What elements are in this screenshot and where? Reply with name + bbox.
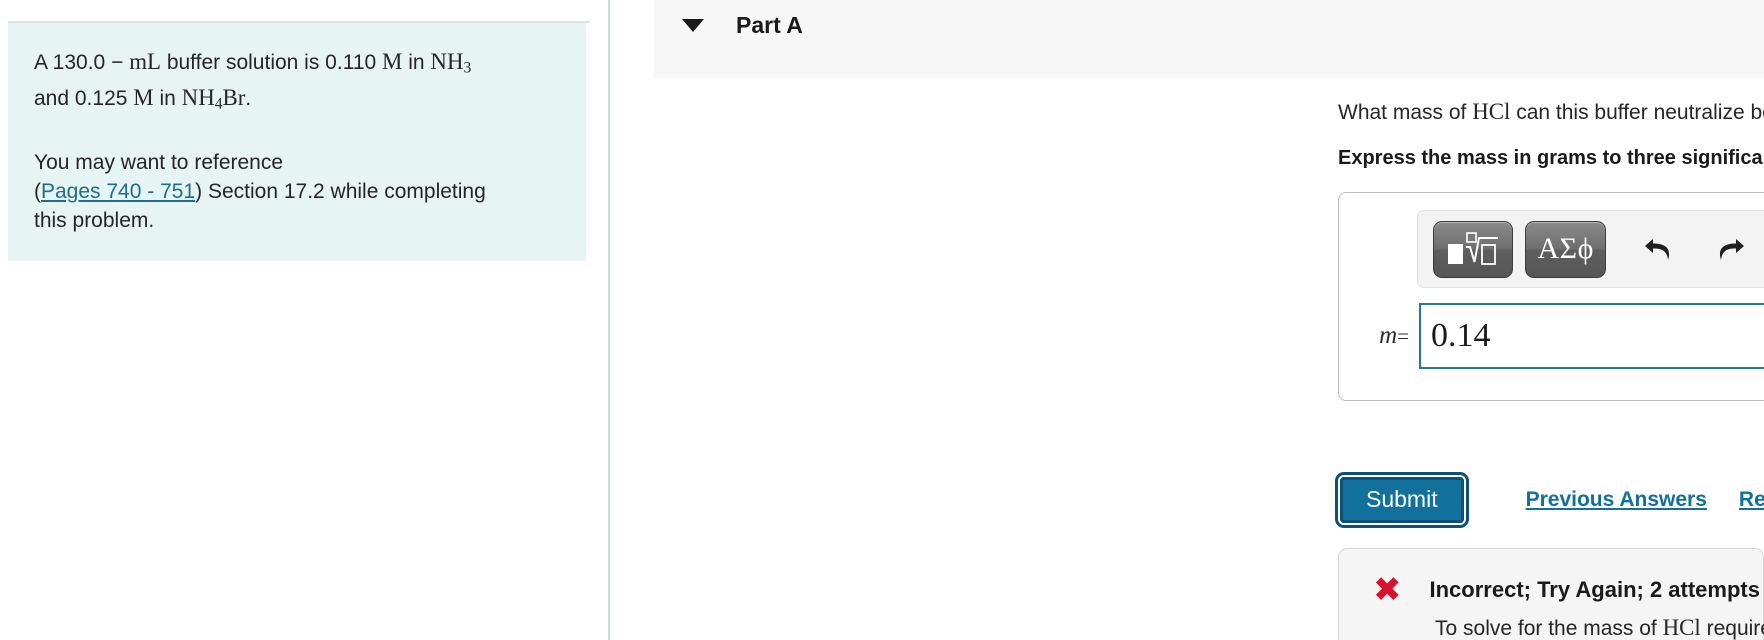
question-prompt-b: can this buffer neutralize before the: [1516, 101, 1764, 124]
problem-sidebar: A 130.0 − mL buffer solution is 0.110 M …: [0, 0, 610, 640]
species-ammonium-bromide: NH4Br: [181, 85, 246, 113]
reference-tail: Section 17.2 while completing: [202, 179, 486, 203]
math-template-icon: [1448, 232, 1499, 265]
problem-dash: −: [111, 51, 124, 74]
greek-symbols-button[interactable]: ΑΣϕ: [1525, 220, 1606, 278]
answer-variable-label: m=: [1339, 322, 1419, 350]
chevron-down-icon[interactable]: [682, 19, 704, 32]
reference-line-1: You may want to reference: [34, 150, 284, 174]
question-prompt-a: What mass of: [1338, 101, 1467, 124]
greek-symbols-label: ΑΣϕ: [1537, 232, 1594, 265]
species-ammonium-base: NH: [181, 85, 215, 111]
answer-input[interactable]: [1419, 303, 1764, 369]
answer-panel: Part A What mass of HCl can this buffer …: [610, 0, 1764, 640]
species-ammonia-base: NH: [430, 49, 464, 74]
species-ammonia-sub: 3: [463, 59, 472, 77]
problem-in-2: in: [159, 87, 176, 111]
action-row: Submit Previous Answers Request Answer: [1338, 475, 1764, 525]
unit-milliliter: mL: [129, 49, 161, 74]
submit-button[interactable]: Submit: [1338, 475, 1466, 525]
part-title: Part A: [736, 12, 803, 38]
problem-conj: and 0.125: [34, 87, 128, 111]
species-ammonia: NH3: [430, 49, 472, 77]
reference-pages-link[interactable]: Pages 740 - 751: [41, 180, 195, 203]
undo-icon: [1644, 239, 1669, 260]
request-answer-link[interactable]: Request Answer: [1739, 488, 1764, 512]
species-ammonium-sub: 4: [214, 95, 223, 113]
incorrect-icon: ✖: [1373, 570, 1402, 610]
question-body: What mass of HCl can this buffer neutral…: [1338, 96, 1764, 174]
species-bromide: Br: [222, 85, 246, 111]
feedback-formula-hcl: HCl: [1662, 615, 1701, 640]
molarity-symbol-1: M: [382, 49, 403, 74]
redo-button[interactable]: [1704, 222, 1758, 277]
previous-answers-link[interactable]: Previous Answers: [1526, 488, 1707, 512]
redo-icon: [1720, 239, 1745, 260]
problem-page: A 130.0 − mL buffer solution is 0.110 M …: [0, 0, 1764, 640]
reference-paren-open: (: [34, 179, 41, 203]
reference-text: You may want to reference (Pages 740 - 7…: [34, 148, 560, 235]
problem-prefix: A 130.0: [34, 51, 106, 74]
math-toolbar: ΑΣϕ: [1417, 210, 1764, 288]
math-template-button[interactable]: [1433, 220, 1514, 278]
feedback-body: To solve for the mass of HCl required to…: [1435, 613, 1764, 640]
problem-mid-1: buffer solution is 0.110: [166, 51, 377, 74]
problem-period: .: [245, 87, 252, 111]
molarity-symbol-2: M: [133, 85, 154, 111]
feedback-body-a: To solve for the mass of: [1435, 617, 1657, 640]
problem-statement-text: A 130.0 − mL buffer solution is 0.110 M …: [34, 47, 560, 120]
reference-line-3: this problem.: [34, 208, 155, 232]
feedback-header: ✖ Incorrect; Try Again; 2 attempts remai…: [1373, 570, 1764, 610]
part-header: Part A: [654, 0, 1764, 78]
feedback-body-b: required to bring the: [1706, 617, 1764, 640]
answer-input-row: m= g: [1339, 303, 1764, 369]
problem-statement-card: A 130.0 − mL buffer solution is 0.110 M …: [8, 23, 586, 261]
question-instruction: Express the mass in grams to three signi…: [1338, 147, 1764, 169]
answer-entry-box: ΑΣϕ m= 0.14: [1338, 192, 1764, 401]
feedback-panel: ✖ Incorrect; Try Again; 2 attempts remai…: [1338, 548, 1764, 640]
question-prompt: What mass of HCl can this buffer neutral…: [1338, 96, 1764, 129]
formula-hcl: HCl: [1472, 99, 1511, 124]
problem-in-1: in: [408, 51, 425, 74]
answer-variable: m: [1379, 322, 1398, 349]
undo-button[interactable]: [1632, 222, 1686, 277]
answer-equals: =: [1397, 324, 1409, 348]
feedback-title: Incorrect; Try Again; 2 attempts remaini…: [1429, 577, 1764, 602]
